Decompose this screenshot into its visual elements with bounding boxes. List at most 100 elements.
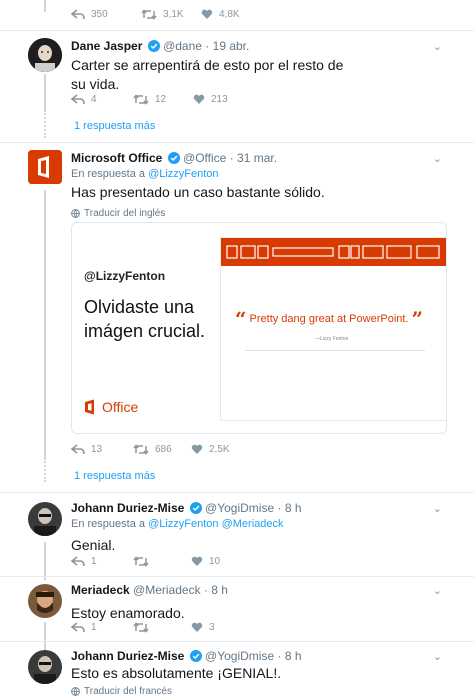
- retweet-count: 12: [155, 94, 167, 105]
- timestamp[interactable]: 19 abr.: [213, 39, 250, 53]
- thread-line: [44, 190, 46, 458]
- more-replies-link[interactable]: 1 respuesta más: [74, 120, 155, 132]
- divider: [0, 641, 474, 642]
- like-button[interactable]: 4,8K: [201, 9, 240, 20]
- media-card[interactable]: @LizzyFenton Olvidaste una imágen crucia…: [71, 222, 447, 434]
- author-name[interactable]: Meriadeck: [71, 583, 130, 597]
- author-name[interactable]: Johann Duriez-Mise: [71, 501, 184, 515]
- card-left-panel: @LizzyFenton Olvidaste una imágen crucia…: [84, 223, 224, 433]
- chevron-down-icon[interactable]: ⌄: [433, 584, 442, 597]
- heart-icon: [201, 9, 213, 19]
- timestamp[interactable]: 8 h: [285, 501, 302, 515]
- retweet-icon: [133, 444, 149, 455]
- author-name[interactable]: Microsoft Office: [71, 151, 162, 165]
- author-handle[interactable]: @dane: [163, 39, 202, 53]
- tweet: Microsoft Office @Office · 31 mar. ⌄ En …: [71, 150, 464, 219]
- reply-button[interactable]: [71, 9, 91, 20]
- like-count: 2,5K: [209, 444, 230, 455]
- quote-close-icon: ”: [411, 307, 424, 331]
- reply-count: 13: [91, 444, 103, 455]
- reply-button[interactable]: 1: [71, 556, 133, 567]
- card-quote: Olvidaste una imágen crucial.: [84, 297, 206, 341]
- tweet-header: Microsoft Office @Office · 31 mar.: [71, 150, 464, 166]
- heart-icon: [191, 622, 203, 632]
- replying-to: En respuesta a @LizzyFenton @Meriadeck: [71, 518, 464, 530]
- retweet-button[interactable]: [133, 622, 191, 633]
- retweet-button[interactable]: [133, 556, 191, 567]
- retweet-icon: [133, 556, 149, 567]
- retweet-button[interactable]: 12: [133, 94, 193, 105]
- heart-icon: [193, 94, 205, 104]
- office-logo-icon: [28, 150, 62, 184]
- tweet-text: Has presentado un caso bastante sólido.: [71, 184, 325, 200]
- thread-dotted-line: [44, 110, 46, 138]
- avatar[interactable]: [28, 584, 62, 618]
- like-button[interactable]: 213: [193, 94, 228, 105]
- timestamp[interactable]: 8 h: [285, 649, 302, 663]
- reply-button[interactable]: 13: [71, 444, 133, 455]
- slide-author: —Lizzy Fenton: [315, 336, 349, 342]
- reply-icon: [71, 556, 85, 567]
- tweet-actions: 4 12 213: [71, 94, 228, 105]
- globe-icon: [71, 687, 80, 696]
- avatar[interactable]: [28, 150, 62, 184]
- reply-count: 1: [91, 622, 97, 633]
- card-brand-text: Office: [102, 399, 139, 415]
- tweet-actions: 350 3,1K 4,8K: [71, 9, 240, 20]
- retweet-button[interactable]: 686: [133, 444, 191, 455]
- author-handle[interactable]: @Meriadeck: [133, 583, 201, 597]
- office-logo-icon: [85, 399, 94, 415]
- like-count: 213: [211, 94, 228, 105]
- author-handle[interactable]: @YogiDmise: [205, 649, 274, 663]
- timestamp[interactable]: 31 mar.: [237, 151, 277, 165]
- card-handle: @LizzyFenton: [84, 269, 166, 283]
- powerpoint-slide: “ Pretty dang great at PowerPoint. ” —Li…: [220, 237, 446, 421]
- author-name[interactable]: Johann Duriez-Mise: [71, 649, 184, 663]
- avatar[interactable]: [28, 38, 62, 72]
- tweet-text: Carter se arrepentirá de esto por el res…: [71, 57, 344, 92]
- slide-quote: “ Pretty dang great at PowerPoint. ”: [235, 307, 424, 331]
- globe-icon: [71, 209, 80, 218]
- author-handle[interactable]: @Office: [183, 151, 226, 165]
- slide-ribbon: [221, 238, 446, 266]
- tweet-header: Meriadeck @Meriadeck · 8 h: [71, 582, 464, 598]
- avatar[interactable]: [28, 650, 62, 684]
- separator-dot: ·: [277, 649, 282, 663]
- verified-icon: [147, 40, 160, 52]
- divider: [0, 576, 474, 577]
- thread-dotted-line: [44, 458, 46, 482]
- more-replies-link[interactable]: 1 respuesta más: [74, 470, 155, 482]
- like-button[interactable]: 10: [191, 556, 220, 567]
- verified-icon: [167, 152, 180, 164]
- translate-link[interactable]: Traducir del francés: [71, 686, 464, 697]
- translate-link[interactable]: Traducir del inglés: [71, 208, 464, 219]
- tweet-header: Johann Duriez-Mise @YogiDmise · 8 h: [71, 648, 464, 664]
- avatar[interactable]: [28, 502, 62, 536]
- reply-button[interactable]: 1: [71, 622, 133, 633]
- retweet-icon: [133, 622, 149, 633]
- retweet-button[interactable]: 350: [91, 9, 141, 20]
- tweet-text: Estoy enamorado.: [71, 605, 185, 621]
- translate-label: Traducir del francés: [84, 686, 172, 697]
- replying-prefix: En respuesta a: [71, 518, 145, 530]
- chevron-down-icon[interactable]: ⌄: [433, 502, 442, 515]
- chevron-down-icon[interactable]: ⌄: [433, 650, 442, 663]
- like-button[interactable]: 3: [191, 622, 215, 633]
- card-office-brand: Office: [84, 399, 138, 415]
- like-button[interactable]: 2,5K: [191, 444, 230, 455]
- author-name[interactable]: Dane Jasper: [71, 39, 142, 53]
- quote-open-icon: “: [235, 307, 247, 331]
- chevron-down-icon[interactable]: ⌄: [433, 40, 442, 53]
- separator-dot: ·: [277, 501, 282, 515]
- thread-line-top: [44, 0, 46, 12]
- separator-dot: ·: [205, 39, 210, 53]
- retweet-button[interactable]: 3,1K: [141, 9, 201, 20]
- timestamp[interactable]: 8 h: [211, 583, 228, 597]
- replying-to-link[interactable]: @LizzyFenton: [148, 168, 218, 180]
- heart-icon: [191, 444, 203, 454]
- replying-to-link[interactable]: @LizzyFenton @Meriadeck: [148, 518, 283, 530]
- author-handle[interactable]: @YogiDmise: [205, 501, 274, 515]
- reply-button[interactable]: 4: [71, 94, 133, 105]
- chevron-down-icon[interactable]: ⌄: [433, 152, 442, 165]
- replying-to: En respuesta a @LizzyFenton: [71, 168, 464, 180]
